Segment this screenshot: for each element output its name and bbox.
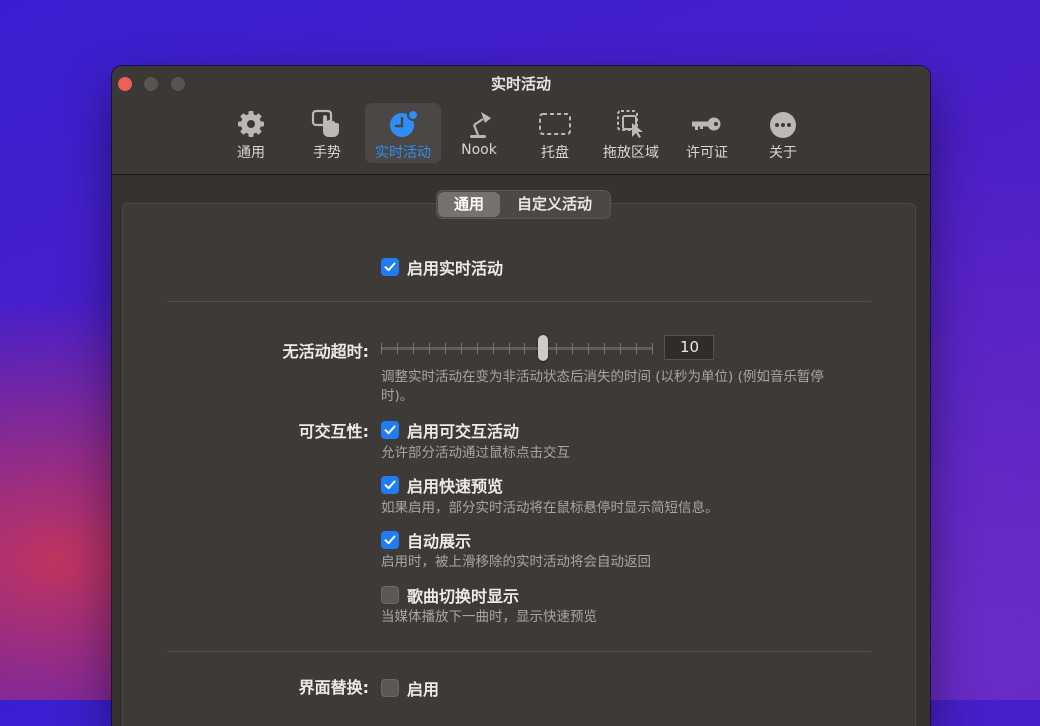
slider-tick bbox=[652, 343, 653, 354]
slider-track bbox=[381, 347, 653, 350]
tab-gestures[interactable]: 手势 bbox=[289, 103, 365, 163]
checkbox-label: 启用快速预览 bbox=[407, 477, 504, 496]
slider-tick bbox=[620, 343, 622, 354]
tab-label: 拖放区域 bbox=[603, 145, 659, 161]
tab-label: 许可证 bbox=[686, 145, 728, 161]
checkbox[interactable] bbox=[381, 476, 399, 494]
show-on-song-change-checkbox[interactable]: 歌曲切换时显示 bbox=[381, 583, 519, 607]
key-icon bbox=[692, 117, 721, 131]
divider bbox=[167, 301, 871, 302]
tab-license[interactable]: 许可证 bbox=[669, 103, 745, 163]
interactivity-label: 可交互性: bbox=[298, 422, 369, 441]
tab-general[interactable]: 通用 bbox=[213, 103, 289, 163]
tab-nook[interactable]: Nook bbox=[441, 103, 517, 163]
enable-live-activities-checkbox[interactable]: 启用实时活动 bbox=[381, 255, 503, 279]
live-activity-icon bbox=[390, 109, 419, 137]
timeout-label: 无活动超时: bbox=[282, 342, 369, 361]
drop-zone-icon bbox=[617, 110, 643, 138]
tab-label: 关于 bbox=[769, 145, 797, 161]
slider-knob[interactable] bbox=[538, 335, 549, 361]
enable-ui-replace-checkbox[interactable]: 启用 bbox=[381, 676, 439, 700]
auto-show-checkbox[interactable]: 自动展示 bbox=[381, 528, 471, 552]
checkbox-label: 启用可交互活动 bbox=[407, 422, 520, 441]
hand-pointer-icon bbox=[311, 109, 339, 137]
slider-tick bbox=[412, 343, 414, 354]
slider-tick bbox=[492, 343, 494, 354]
settings-panel: 通用 自定义活动 启用实时活动 无活动超时: 10 调整实时活动在变为非活动状态… bbox=[122, 190, 916, 726]
tray-icon bbox=[539, 113, 571, 135]
slider-tick bbox=[572, 343, 574, 354]
title-bar: 实时活动 通用 手势 实时活动 Nook 托盘 拖放区域 许可证 关于 bbox=[112, 66, 930, 175]
enable-quick-preview-checkbox[interactable]: 启用快速预览 bbox=[381, 473, 503, 497]
checkbox-label: 歌曲切换时显示 bbox=[407, 587, 520, 606]
ui-replace-label: 界面替换: bbox=[298, 678, 369, 697]
divider bbox=[167, 651, 871, 652]
tab-drop-zone[interactable]: 拖放区域 bbox=[593, 103, 669, 163]
checkbox[interactable] bbox=[381, 586, 399, 604]
gear-icon bbox=[238, 111, 264, 137]
checkbox[interactable] bbox=[381, 679, 399, 697]
segment-general[interactable]: 通用 bbox=[438, 192, 501, 217]
tab-label: 托盘 bbox=[541, 145, 569, 161]
checkmark-icon bbox=[384, 535, 396, 545]
segmented-control: 通用 自定义活动 bbox=[436, 190, 612, 219]
slider-tick bbox=[588, 343, 590, 354]
tab-label: 通用 bbox=[237, 145, 265, 161]
checkmark-icon bbox=[384, 262, 396, 272]
slider-tick bbox=[476, 343, 478, 354]
option-description: 启用时，被上滑移除的实时活动将会自动返回 bbox=[381, 554, 651, 570]
preferences-window: 实时活动 通用 手势 实时活动 Nook 托盘 拖放区域 许可证 关于 通用 自… bbox=[112, 66, 930, 726]
slider-tick bbox=[636, 343, 638, 354]
timeout-slider[interactable] bbox=[381, 335, 653, 363]
checkmark-icon bbox=[384, 425, 396, 435]
tab-about[interactable]: 关于 bbox=[745, 103, 821, 163]
timeout-value-field[interactable]: 10 bbox=[664, 335, 714, 360]
checkmark-icon bbox=[384, 480, 396, 490]
slider-tick bbox=[556, 343, 558, 354]
checkbox[interactable] bbox=[381, 258, 399, 276]
slider-tick bbox=[524, 343, 526, 354]
option-description: 如果启用，部分实时活动将在鼠标悬停时显示简短信息。 bbox=[381, 500, 719, 516]
slider-tick bbox=[460, 343, 462, 354]
ellipsis-icon bbox=[770, 112, 796, 138]
slider-tick bbox=[396, 343, 398, 354]
window-title: 实时活动 bbox=[490, 75, 551, 93]
checkbox[interactable] bbox=[381, 531, 399, 549]
enable-interactive-activities-checkbox[interactable]: 启用可交互活动 bbox=[381, 418, 519, 442]
tab-live-activities[interactable]: 实时活动 bbox=[365, 103, 441, 163]
checkbox-label: 启用 bbox=[407, 680, 440, 699]
slider-tick bbox=[508, 343, 510, 354]
tab-label: Nook bbox=[461, 142, 497, 158]
tab-tray[interactable]: 托盘 bbox=[517, 103, 593, 163]
tab-label: 实时活动 bbox=[375, 145, 431, 161]
slider-tick bbox=[428, 343, 430, 354]
checkbox-label: 自动展示 bbox=[407, 532, 472, 551]
slider-tick bbox=[381, 343, 382, 354]
segment-custom-activities[interactable]: 自定义活动 bbox=[500, 192, 609, 217]
checkbox-label: 启用实时活动 bbox=[407, 259, 504, 278]
timeout-description: 调整实时活动在变为非活动状态后消失的时间 (以秒为单位) (例如音乐暂停时)。 bbox=[381, 369, 824, 404]
slider-tick bbox=[444, 343, 446, 354]
checkbox[interactable] bbox=[381, 421, 399, 439]
slider-tick bbox=[604, 343, 606, 354]
lamp-icon bbox=[470, 112, 491, 138]
option-description: 允许部分活动通过鼠标点击交互 bbox=[381, 445, 570, 461]
option-description: 当媒体播放下一曲时，显示快速预览 bbox=[381, 609, 597, 625]
tab-label: 手势 bbox=[313, 145, 341, 161]
